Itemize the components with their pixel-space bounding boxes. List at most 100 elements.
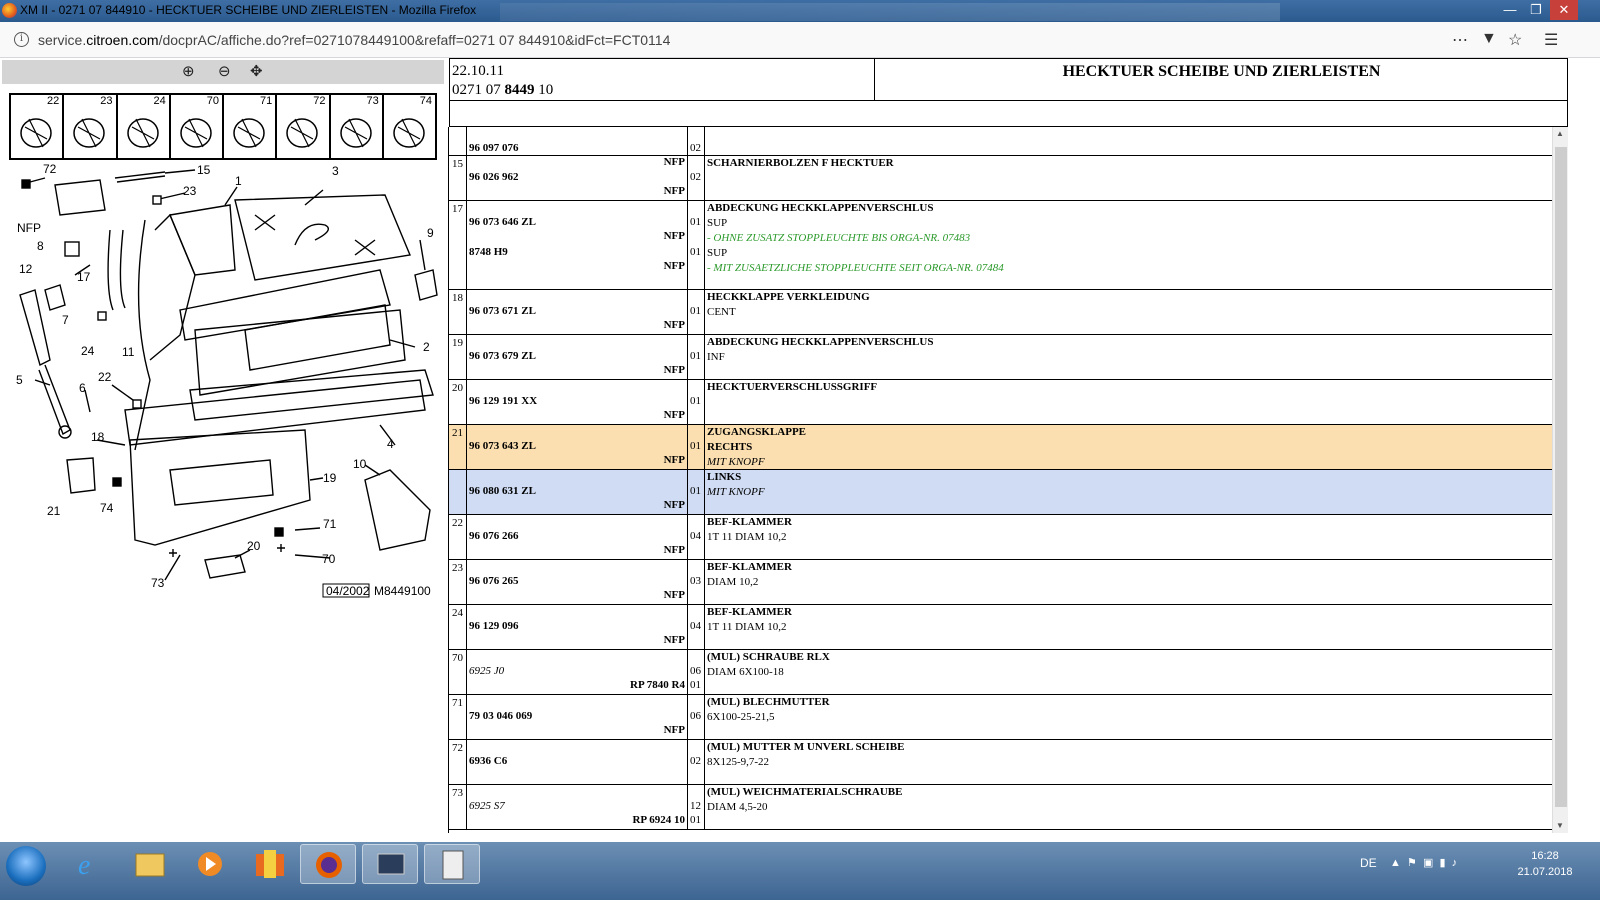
info-icon[interactable]: i [14, 32, 29, 47]
table-row[interactable]: 96 097 076 NFP 02 [449, 127, 1552, 168]
part-number[interactable]: 6925 J0 [469, 665, 504, 677]
menu-icon[interactable]: ☰ [1544, 30, 1558, 50]
table-row[interactable]: 23 96 076 265 NFP 03 BEF-KLAMMER DIAM 10,2 [449, 560, 1552, 605]
table-row[interactable]: 73 6925 S7 RP 6924 10 12 01 (MUL) WEICHMATERI… [449, 785, 1552, 830]
scroll-down-icon[interactable]: ▼ [1556, 821, 1564, 830]
window-taskbar-icon[interactable] [362, 844, 418, 884]
part-number-cell: 96 073 679 ZL NFP [467, 335, 688, 379]
row-number: 24 [449, 605, 467, 649]
diagram-toolbar: ⊕ ⊖ ✥ [2, 60, 444, 84]
callout-label: 72 [43, 162, 57, 176]
callout-label: 15 [197, 163, 211, 177]
quantity-cell: 06 [688, 695, 705, 739]
part-number[interactable]: 96 073 646 ZL [469, 216, 536, 228]
description-line: DIAM 4,5-20 [707, 801, 768, 813]
table-row[interactable]: 18 96 073 671 ZL NFP 01 HECKKLAPPE VERKLEIDU… [449, 290, 1552, 335]
url-text[interactable]: service.citroen.com/docprAC/affiche.do?r… [38, 32, 670, 48]
scroll-up-icon[interactable]: ▲ [1556, 129, 1564, 138]
callout-label: 18 [91, 430, 105, 444]
thumbnail-part[interactable]: 70 [171, 95, 224, 158]
tray-icons[interactable]: ▲ ⚑ ▣ ▮ ♪ [1390, 856, 1457, 869]
address-bar[interactable]: i service.citroen.com/docprAC/affiche.do… [0, 22, 1600, 58]
table-row[interactable]: 24 96 129 096 NFP 04 BEF-KLAMMER 1T 11 DIAM 1… [449, 605, 1552, 650]
diagram-stamp-date: 04/2002 [326, 584, 370, 598]
table-row[interactable]: 21 96 073 643 ZL NFP 01 ZUGANGSKLAPPE RECHTS M… [449, 425, 1552, 470]
table-scrollbar[interactable]: ▲ ▼ [1552, 127, 1568, 833]
header-spacer [449, 101, 1568, 127]
table-row[interactable]: 17 96 073 646 ZL NFP 8748 H9 NFP 01 01 ABDECKUN… [449, 201, 1552, 290]
thumbnail-part[interactable]: 71 [224, 95, 278, 158]
description-line: ABDECKUNG HECKKLAPPENVERSCHLUS [707, 336, 934, 348]
part-tag: NFP [663, 499, 685, 511]
zoom-pan-icon[interactable]: ✥ [250, 62, 263, 80]
bookmark-star-icon[interactable]: ☆ [1508, 30, 1522, 50]
part-number[interactable]: 79 03 046 069 [469, 710, 532, 722]
table-row[interactable]: 22 96 076 266 NFP 04 BEF-KLAMMER 1T 11 DIAM 1… [449, 515, 1552, 560]
taskbar: e DE ▲ ⚑ ▣ ▮ ♪ 16:28 21.07.2018 [0, 842, 1600, 900]
media-player-taskbar-icon[interactable] [182, 844, 238, 884]
description-line: (MUL) WEICHMATERIALSCHRAUBE [707, 786, 903, 798]
scroll-thumb[interactable] [1555, 147, 1567, 807]
explorer-taskbar-icon[interactable] [122, 844, 178, 884]
quantity-cell: 12 01 [688, 785, 705, 829]
callout-label: 21 [47, 504, 61, 518]
thumbnail-part[interactable]: 24 [118, 95, 171, 158]
row-number: 22 [449, 515, 467, 559]
maximize-button[interactable]: ❐ [1522, 0, 1550, 20]
zoom-in-icon[interactable]: ⊕ [182, 62, 195, 80]
part-number[interactable]: 96 080 631 ZL [469, 485, 536, 497]
description-line: HECKKLAPPE VERKLEIDUNG [707, 291, 870, 303]
row-number: 71 [449, 695, 467, 739]
part-number[interactable]: 96 076 265 [469, 575, 519, 587]
part-icon [180, 118, 212, 148]
part-number[interactable]: 96 073 643 ZL [469, 440, 536, 452]
part-number[interactable]: 96 076 266 [469, 530, 519, 542]
thumbnail-number: 22 [47, 95, 60, 107]
part-number[interactable]: 6925 S7 [469, 800, 505, 812]
part-icon [233, 118, 265, 148]
quantity: 06 [690, 710, 701, 722]
description-line: SUP [707, 247, 728, 259]
part-number[interactable]: 96 073 671 ZL [469, 305, 536, 317]
part-number[interactable]: 96 129 191 XX [469, 395, 537, 407]
thumbnail-part[interactable]: 22 [11, 95, 65, 158]
minimize-button[interactable]: — [1496, 0, 1524, 20]
document-taskbar-icon[interactable] [424, 844, 480, 884]
table-row[interactable]: 70 6925 J0 RP 7840 R4 06 01 (MUL) SCHRAUBE RL… [449, 650, 1552, 695]
ie-taskbar-icon[interactable]: e [62, 844, 118, 884]
pocket-icon[interactable]: ▼ [1481, 30, 1497, 48]
part-number[interactable]: 8748 H9 [469, 246, 508, 258]
close-button[interactable]: ✕ [1550, 0, 1578, 20]
language-indicator[interactable]: DE [1360, 856, 1377, 870]
table-row[interactable]: 19 96 073 679 ZL NFP 01 ABDECKUNG HECKKLAPPE… [449, 335, 1552, 380]
thumbnail-part[interactable]: 74 [384, 95, 435, 158]
part-number[interactable]: 96 097 076 [469, 142, 519, 154]
table-row[interactable]: 20 96 129 191 XX NFP 01 HECKTUERVERSCHLUSSGR… [449, 380, 1552, 425]
thumbnail-part[interactable]: 73 [331, 95, 384, 158]
thumbnail-part[interactable]: 23 [64, 95, 118, 158]
part-number[interactable]: 96 026 962 [469, 171, 519, 183]
description-cell: BEF-KLAMMER 1T 11 DIAM 10,2 [705, 605, 1552, 649]
zoom-out-icon[interactable]: ⊖ [218, 62, 231, 80]
row-number: 19 [449, 335, 467, 379]
callout-label: 20 [247, 539, 261, 553]
firefox-taskbar-icon[interactable] [300, 844, 356, 884]
start-button[interactable] [6, 846, 46, 886]
table-row[interactable]: 96 080 631 ZL NFP 01 LINKS MIT KNOPF [449, 470, 1552, 515]
part-number[interactable]: 6936 C6 [469, 755, 507, 767]
row-number: 15 [449, 156, 467, 200]
table-row[interactable]: 72 6936 C6 02 (MUL) MUTTER M UNVERL SCHEIBE… [449, 740, 1552, 785]
callout-label: NFP [17, 221, 41, 235]
page-actions-icon[interactable]: ⋯ [1452, 30, 1468, 50]
part-number[interactable]: 96 073 679 ZL [469, 350, 536, 362]
description-cell: BEF-KLAMMER DIAM 10,2 [705, 560, 1552, 604]
system-clock[interactable]: 16:28 21.07.2018 [1510, 848, 1580, 880]
table-row[interactable]: 71 79 03 046 069 NFP 06 (MUL) BLECHMUTTER 6X1… [449, 695, 1552, 740]
table-row[interactable]: 15 96 026 962 NFP 02 SCHARNIERBOLZEN F HECKT… [449, 156, 1552, 201]
app-taskbar-icon[interactable] [242, 844, 298, 884]
callout-label: 2 [423, 340, 430, 354]
description-line: (MUL) SCHRAUBE RLX [707, 651, 830, 663]
thumbnail-part[interactable]: 72 [277, 95, 331, 158]
quantity: 06 [690, 665, 701, 677]
part-number[interactable]: 96 129 096 [469, 620, 519, 632]
